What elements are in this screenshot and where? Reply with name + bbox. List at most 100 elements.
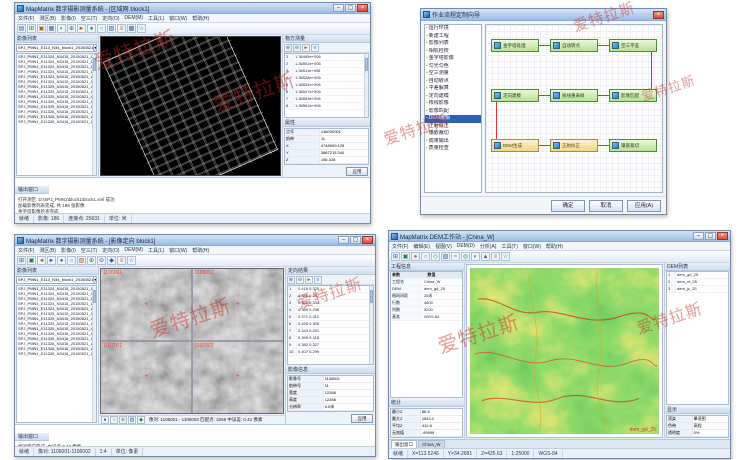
right-panel-tab[interactable]: 物方测量 — [283, 35, 370, 43]
table-row[interactable]: 40.389 0.296 — [288, 307, 373, 314]
workflow-step-item[interactable]: ▪ 平差解算 — [425, 85, 481, 93]
list-icon[interactable]: ≡ — [314, 276, 322, 284]
table-row[interactable]: 2dem_xf_25 — [667, 279, 728, 286]
run-icon[interactable]: ► — [77, 24, 86, 33]
menu-item[interactable]: 定向(O) — [102, 15, 119, 22]
menu-item[interactable]: 空三(T) — [81, 15, 97, 22]
vertical-scrollbar[interactable] — [92, 286, 96, 422]
aerial-image-tile[interactable]: 1106002 + — [193, 269, 284, 341]
block-combo[interactable]: SPJ_PMN1_E113_N34_block1_20150521 ▾ — [16, 44, 97, 52]
project-info-tab[interactable]: 工程信息 — [389, 263, 464, 271]
menu-item[interactable]: DEM(M) — [124, 15, 143, 21]
workflow-step-item[interactable]: ▪ 定向建模 — [425, 93, 481, 101]
table-row[interactable]: 10.418 0.325 — [288, 286, 373, 293]
tie-point-icon[interactable]: ⊕ — [67, 24, 76, 33]
menu-item[interactable]: 工具(L) — [148, 15, 164, 22]
menu-item[interactable]: 窗口(W) — [523, 243, 541, 250]
workflow-step-item[interactable]: ▪ 影像列表 — [425, 40, 481, 48]
run-icon[interactable]: ► — [302, 44, 310, 52]
close-button[interactable]: × — [357, 4, 368, 12]
menu-item[interactable]: 影像(I) — [61, 15, 76, 22]
add-point-icon[interactable]: ⊕ — [284, 44, 292, 52]
run-icon[interactable]: ► — [305, 276, 313, 284]
vertical-scrollbar[interactable] — [92, 54, 96, 175]
title-bar[interactable]: MapMatrix 数字摄影测量系统 - [区域网 block1] – ▢ × — [15, 3, 370, 14]
menu-item[interactable]: 影像(I) — [61, 247, 76, 254]
bottom-tab[interactable]: 输出窗口 — [391, 440, 417, 448]
block-layout-canvas[interactable] — [100, 36, 281, 176]
dem-map-canvas[interactable]: dem_gd_25 — [466, 264, 663, 438]
table-row[interactable]: 50.371 0.312 — [288, 314, 373, 321]
smooth-icon[interactable]: ≡ — [491, 252, 500, 261]
table-row[interactable]: 31.36511e+006 — [285, 68, 368, 75]
display-tab[interactable]: 显示 — [665, 406, 730, 414]
workflow-step-item[interactable]: ▪ 自动转点 — [425, 78, 481, 86]
dialog-button[interactable]: 确定 — [551, 200, 585, 212]
workflow-step-item[interactable]: ▪ 空三测量 — [425, 70, 481, 78]
grid-icon[interactable]: ▩ — [127, 24, 136, 33]
table-row[interactable]: 70.344 0.291 — [288, 328, 373, 335]
delete-point-icon[interactable]: ⊖ — [97, 256, 106, 265]
add-point-icon[interactable]: ⊕ — [287, 276, 295, 284]
workflow-node[interactable]: 金字塔处理 — [491, 39, 539, 52]
workflow-node[interactable]: 空三平差 — [609, 39, 657, 52]
menu-item[interactable]: 窗口(W) — [169, 247, 187, 254]
right-panel-tab[interactable]: 定向结果 — [286, 267, 375, 275]
image-list-item[interactable]: SPJ_PMN1_E11326_N3416_20150521_L14800_11… — [17, 119, 96, 124]
table-row[interactable]: 列数5200 — [391, 307, 462, 314]
aerial-image-tile[interactable]: 1106001 + — [101, 269, 192, 341]
menu-item[interactable]: 帮助(H) — [192, 15, 209, 22]
table-row[interactable]: 基准WGS-84 — [391, 314, 462, 321]
output-tab[interactable]: 输出窗口 — [15, 186, 49, 194]
workflow-step-item[interactable]: ▪ 金字塔影像 — [425, 55, 481, 63]
zoom-in-icon[interactable]: ● — [87, 24, 96, 33]
close-button[interactable]: × — [653, 11, 664, 19]
workflow-step-item[interactable]: ▪ 核线影像 — [425, 100, 481, 108]
delete-point-icon[interactable]: ⊖ — [296, 276, 304, 284]
workflow-step-item[interactable]: ▪ 镶嵌裁切 — [425, 130, 481, 138]
column-header[interactable]: 数值 — [427, 272, 463, 278]
minimize-button[interactable]: – — [693, 232, 704, 240]
add-point-icon[interactable]: ⊕ — [87, 256, 96, 265]
save-icon[interactable]: ▣ — [27, 256, 36, 265]
workflow-step-item[interactable]: ▪ 匀光匀色 — [425, 63, 481, 71]
vertical-scrollbar[interactable] — [369, 286, 373, 364]
layers-icon[interactable]: ≡ — [117, 256, 126, 265]
fit-view-icon[interactable]: ▧ — [77, 256, 86, 265]
table-row[interactable]: 工程名China_W — [391, 279, 462, 286]
table-row[interactable]: 30.402 0.334 — [288, 300, 373, 307]
workflow-step-item[interactable]: ▪ 相机检校 — [425, 48, 481, 56]
chevron-down-icon[interactable]: ▾ — [93, 277, 96, 283]
fit-view-icon[interactable]: ▧ — [128, 416, 136, 424]
left-panel-tab[interactable]: 影像列表 — [15, 35, 98, 43]
statistics-tab[interactable]: 统计 — [389, 399, 464, 407]
table-row[interactable]: 41.36528e+006 — [285, 75, 368, 82]
pan-icon[interactable]: ◇ — [431, 252, 440, 261]
scrollbar-thumb[interactable] — [93, 58, 96, 71]
open-project-icon[interactable]: ⊞ — [27, 24, 36, 33]
menu-item[interactable]: 测区(B) — [39, 247, 56, 254]
menu-item[interactable]: DEM(M) — [124, 247, 143, 253]
dem-list-tab[interactable]: DEM列表 — [665, 263, 730, 271]
delete-point-icon[interactable]: ⊖ — [293, 44, 301, 52]
table-row[interactable]: 格网间距25米 — [391, 293, 462, 300]
table-row[interactable]: 71.36553e+006 — [285, 96, 368, 103]
workflow-step-item[interactable]: ▪ 成果输出 — [425, 138, 481, 146]
layers-icon[interactable]: ≡ — [117, 24, 126, 33]
table-row[interactable]: 81.36561e+006 — [285, 103, 368, 110]
contour-icon[interactable]: ◎ — [461, 252, 470, 261]
minimize-button[interactable]: – — [338, 236, 349, 244]
menu-item[interactable]: 工具(T) — [501, 243, 517, 250]
menu-item[interactable]: 分析(A) — [480, 243, 497, 250]
link-views-icon[interactable]: ⊕ — [119, 416, 127, 424]
table-row[interactable]: 80.395 0.318 — [288, 335, 373, 342]
image-info-tab[interactable]: 影像信息 — [286, 366, 375, 374]
menu-item[interactable]: 帮助(H) — [192, 247, 209, 254]
table-row[interactable]: 20.356 0.287 — [288, 293, 373, 300]
menu-item[interactable]: DEM(D) — [457, 243, 475, 249]
measure-icon[interactable]: ◆ — [137, 416, 145, 424]
bottom-tab[interactable]: China_W — [418, 440, 445, 448]
list-icon[interactable]: ≡ — [311, 44, 319, 52]
open-project-icon[interactable]: ⊞ — [391, 252, 400, 261]
dialog-title-bar[interactable]: 作业流程定制向导 × — [421, 9, 666, 21]
